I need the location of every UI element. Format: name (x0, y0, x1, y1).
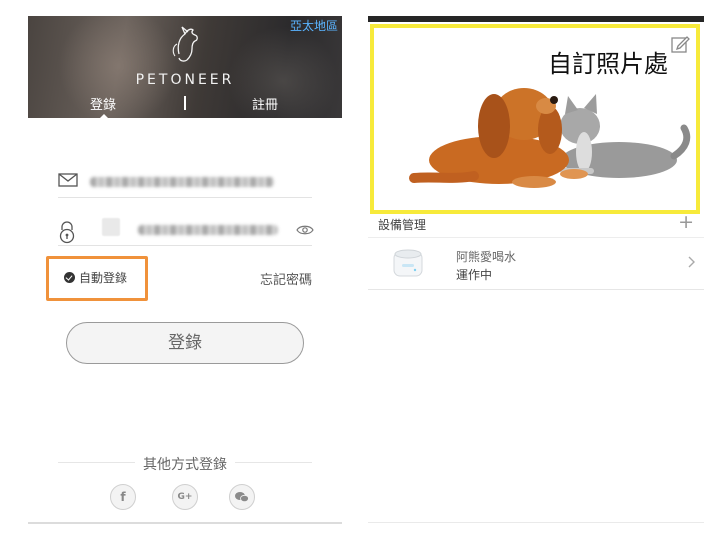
password-field[interactable] (58, 216, 314, 246)
bottom-divider-right (368, 522, 704, 523)
device-management-title: 設備管理 (378, 218, 427, 232)
auth-tabs: 登錄 註冊 (28, 94, 342, 118)
device-management-header: 設備管理 + (368, 213, 704, 238)
login-hero-banner: 亞太地區 PETONEER 登錄 註冊 (28, 16, 342, 118)
photo-caption: 自訂照片處 (548, 50, 668, 78)
auto-login-highlight: 自動登錄 (46, 256, 148, 301)
lock-icon (59, 221, 75, 244)
wechat-glyph (235, 492, 249, 503)
other-login-label: 其他方式登錄 (135, 457, 235, 473)
active-tab-indicator (98, 114, 110, 118)
water-fountain-icon (393, 249, 423, 277)
petoneer-logo-icon (172, 26, 198, 62)
other-login-heading: 其他方式登錄 (28, 454, 342, 474)
chevron-right-icon (688, 256, 695, 268)
tab-login[interactable]: 登錄 (90, 94, 116, 113)
device-status: 運作中 (456, 268, 493, 282)
show-password-eye-icon[interactable] (296, 224, 314, 236)
forgot-password-link[interactable]: 忘記密碼 (260, 269, 312, 288)
status-bar (368, 16, 704, 22)
auto-login-checkbox[interactable] (64, 272, 75, 283)
login-button[interactable]: 登錄 (66, 322, 304, 364)
tab-register[interactable]: 註冊 (252, 94, 278, 113)
custom-photo-area[interactable]: 自訂照片處 (370, 24, 700, 214)
password-value-obscured (138, 225, 278, 235)
bottom-divider (28, 522, 342, 524)
device-screen: 自訂照片處 設備管理 + 阿熊愛喝水 運作中 (368, 16, 704, 524)
user-avatar-obscured (102, 218, 120, 236)
edit-photo-icon[interactable] (670, 34, 690, 54)
mail-icon (58, 173, 78, 187)
region-selector[interactable]: 亞太地區 (290, 17, 338, 34)
login-screen: 亞太地區 PETONEER 登錄 註冊 自動登錄 忘記密碼 登錄 其他方式登錄 … (28, 16, 342, 524)
email-field[interactable] (58, 168, 312, 198)
screenshot-stage: 亞太地區 PETONEER 登錄 註冊 自動登錄 忘記密碼 登錄 其他方式登錄 … (0, 0, 720, 540)
device-name: 阿熊愛喝水 (456, 250, 517, 264)
wechat-icon[interactable] (229, 484, 255, 510)
google-plus-icon[interactable]: G+ (172, 484, 198, 510)
device-list-item[interactable]: 阿熊愛喝水 運作中 (368, 238, 704, 290)
brand-name: PETONEER (135, 72, 235, 88)
email-value-obscured (90, 177, 274, 187)
tab-divider (184, 96, 186, 110)
auto-login-label[interactable]: 自動登錄 (79, 269, 127, 286)
facebook-icon[interactable]: f (110, 484, 136, 510)
add-device-button[interactable]: + (678, 213, 694, 232)
